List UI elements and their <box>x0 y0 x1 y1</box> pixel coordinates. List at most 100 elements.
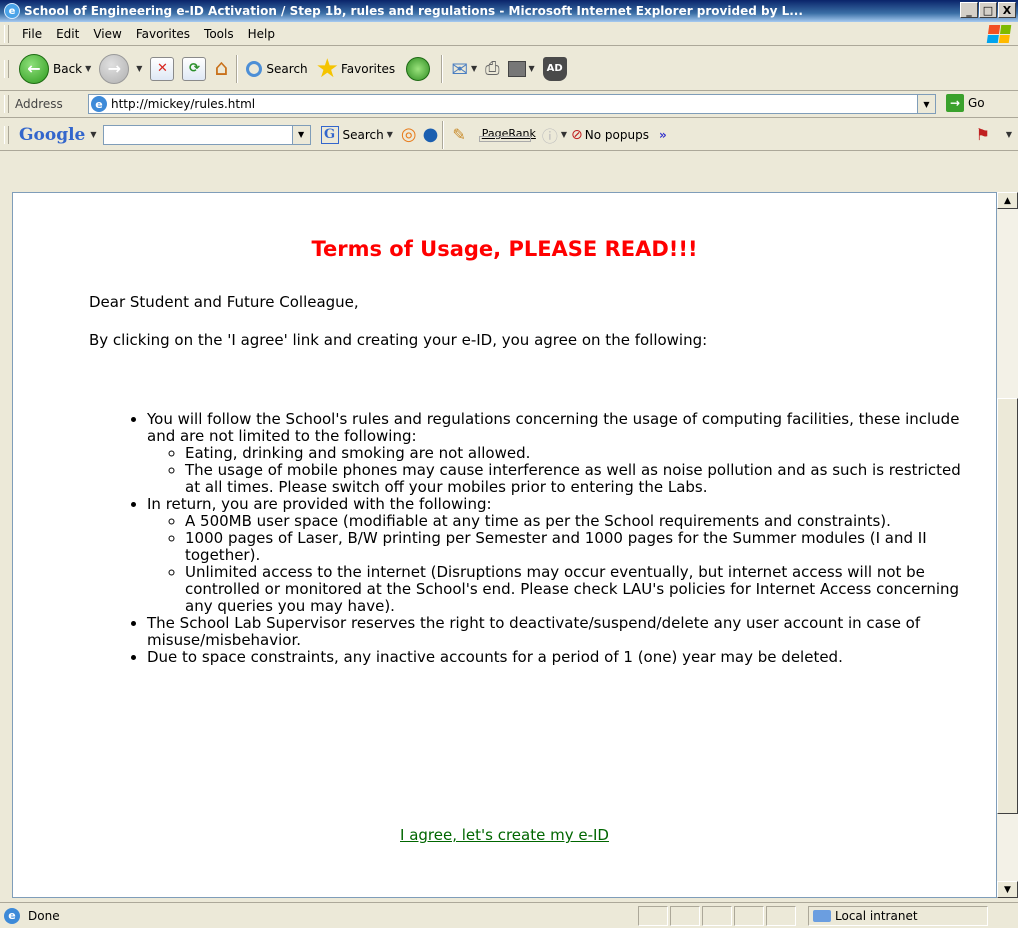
google-search-button[interactable]: G Search ▼ <box>320 125 393 144</box>
scroll-down-arrow-icon[interactable]: ▼ <box>997 881 1018 898</box>
google-logo[interactable]: Google <box>19 125 85 145</box>
go-arrow-icon: → <box>946 94 964 112</box>
info-dropdown-icon[interactable]: ▼ <box>561 130 567 139</box>
back-dropdown-icon[interactable]: ▼ <box>85 64 91 73</box>
adblock-icon: AD <box>542 56 567 81</box>
ie-app-icon[interactable]: e <box>4 3 20 19</box>
pagerank-bar <box>478 136 531 142</box>
print-button[interactable]: ⎙ <box>481 51 503 87</box>
page-done-icon: e <box>4 907 20 924</box>
go-button[interactable]: → Go <box>946 94 985 112</box>
rule-item: You will follow the School's rules and r… <box>147 411 967 496</box>
forward-dropdown-icon[interactable]: ▼ <box>136 64 142 73</box>
back-arrow-icon: ← <box>19 53 49 84</box>
highlight-icon[interactable]: ✎ <box>452 125 465 144</box>
address-url[interactable]: http://mickey/rules.html <box>111 97 255 111</box>
forward-button[interactable]: → ▼ <box>95 51 146 87</box>
back-button[interactable]: ← Back ▼ <box>15 51 95 87</box>
greeting-text: Dear Student and Future Colleague, <box>89 293 359 311</box>
rule-sublist: A 500MB user space (modifiable at any ti… <box>147 513 967 615</box>
toolbar-grip[interactable] <box>4 95 9 113</box>
toolbar-separator <box>442 120 445 149</box>
rule-item: In return, you are provided with the fol… <box>147 496 967 615</box>
favorites-button[interactable]: ★ Favorites <box>312 51 400 87</box>
rule-item: Due to space constraints, any inactive a… <box>147 649 967 666</box>
edit-button[interactable]: ▼ <box>504 51 539 87</box>
vertical-scrollbar[interactable]: ▲ ▼ <box>997 192 1018 898</box>
agree-container: I agree, let's create my e-ID <box>13 826 996 844</box>
title-bar: e School of Engineering e-ID Activation … <box>0 0 1018 22</box>
mail-dropdown-icon[interactable]: ▼ <box>471 64 477 73</box>
minimize-button[interactable]: _ <box>960 2 978 18</box>
security-zone[interactable]: Local intranet <box>808 906 988 926</box>
menu-help[interactable]: Help <box>241 27 282 41</box>
toolbar-separator <box>236 54 239 83</box>
close-button[interactable]: X <box>998 2 1016 18</box>
search-label: Search <box>266 61 308 76</box>
home-icon: ⌂ <box>214 56 229 81</box>
scroll-up-arrow-icon[interactable]: ▲ <box>997 192 1018 209</box>
status-panel <box>702 906 732 926</box>
toolbar-grip[interactable] <box>4 24 9 43</box>
intro-text: By clicking on the 'I agree' link and cr… <box>89 331 708 349</box>
translate-dropdown-icon[interactable]: ▼ <box>1006 130 1012 139</box>
stop-button[interactable]: ✕ <box>146 51 178 87</box>
rule-text: In return, you are provided with the fol… <box>147 495 492 513</box>
globe-icon[interactable]: ● <box>423 124 439 145</box>
address-input[interactable]: e http://mickey/rules.html ▼ <box>88 94 936 114</box>
agree-link[interactable]: I agree, let's create my e-ID <box>400 826 609 844</box>
sub-rule-item: Unlimited access to the internet (Disrup… <box>185 564 967 615</box>
mail-button[interactable]: ✉ ▼ <box>447 51 481 87</box>
menu-favorites[interactable]: Favorites <box>129 27 197 41</box>
page-heading: Terms of Usage, PLEASE READ!!! <box>311 237 698 261</box>
maximize-button[interactable]: □ <box>979 2 997 18</box>
ad-button[interactable]: AD <box>539 51 571 87</box>
pagerank-indicator[interactable]: PageRank <box>474 127 536 142</box>
google-search-input[interactable]: ▼ <box>102 124 311 145</box>
status-text: Done <box>28 908 60 923</box>
edit-icon <box>507 60 526 77</box>
address-dropdown-icon[interactable]: ▼ <box>917 95 935 113</box>
refresh-button[interactable]: ⟳ <box>178 51 210 87</box>
more-chevron-icon[interactable]: » <box>659 128 667 142</box>
menu-file[interactable]: File <box>15 27 49 41</box>
popups-label[interactable]: No popups <box>585 128 649 142</box>
info-icon[interactable]: ⓘ <box>542 123 558 147</box>
edit-dropdown-icon[interactable]: ▼ <box>529 64 535 73</box>
search-button[interactable]: Search <box>242 51 311 87</box>
refresh-icon: ⟳ <box>182 56 207 81</box>
google-search-dropdown-icon[interactable]: ▼ <box>387 130 393 139</box>
favorites-label: Favorites <box>340 61 396 76</box>
menu-tools[interactable]: Tools <box>197 27 241 41</box>
history-icon <box>406 56 431 81</box>
google-menu-dropdown-icon[interactable]: ▼ <box>90 130 96 139</box>
page-icon: e <box>91 96 107 112</box>
google-search-icon: G <box>320 125 339 144</box>
rules-list: You will follow the School's rules and r… <box>109 411 967 666</box>
rule-sublist: Eating, drinking and smoking are not all… <box>147 445 967 496</box>
google-search-label: Search <box>342 127 384 142</box>
rule-item: The School Lab Supervisor reserves the r… <box>147 615 967 649</box>
home-button[interactable]: ⌂ <box>210 51 232 87</box>
forward-arrow-icon: → <box>99 53 130 84</box>
menu-view[interactable]: View <box>86 27 128 41</box>
rule-text: You will follow the School's rules and r… <box>147 410 960 445</box>
spiral-icon[interactable]: ◎ <box>401 124 417 145</box>
toolbar-grip[interactable] <box>4 59 9 78</box>
scroll-thumb[interactable] <box>997 398 1018 814</box>
status-panel <box>734 906 764 926</box>
google-search-dropdown-icon[interactable]: ▼ <box>291 125 310 144</box>
intranet-icon <box>813 910 831 922</box>
translate-icon[interactable]: ⚑ <box>976 125 990 144</box>
history-button[interactable] <box>399 51 437 87</box>
menu-bar: File Edit View Favorites Tools Help <box>0 22 1018 46</box>
status-panel <box>766 906 796 926</box>
print-icon: ⎙ <box>485 58 500 79</box>
sub-rule-item: The usage of mobile phones may cause int… <box>185 462 967 496</box>
toolbar-grip[interactable] <box>4 125 9 144</box>
mail-icon: ✉ <box>451 56 468 81</box>
toolbar-separator <box>441 54 444 83</box>
back-label: Back <box>53 61 83 76</box>
standard-toolbar: ← Back ▼ → ▼ ✕ ⟳ ⌂ Search ★ Favorites ✉ … <box>0 47 1018 91</box>
menu-edit[interactable]: Edit <box>49 27 86 41</box>
